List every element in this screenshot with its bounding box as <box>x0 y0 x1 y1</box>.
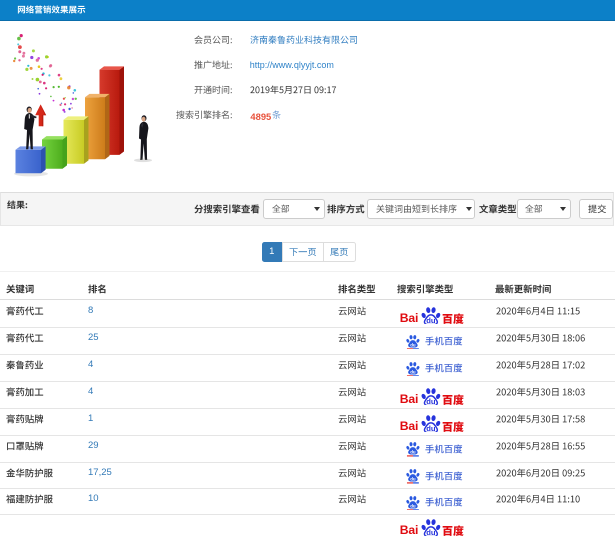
svg-text:du: du <box>411 477 417 482</box>
svg-text:du: du <box>411 503 417 508</box>
svg-text:du: du <box>411 369 417 374</box>
svg-text:du: du <box>411 450 417 455</box>
svg-text:du: du <box>411 342 417 347</box>
